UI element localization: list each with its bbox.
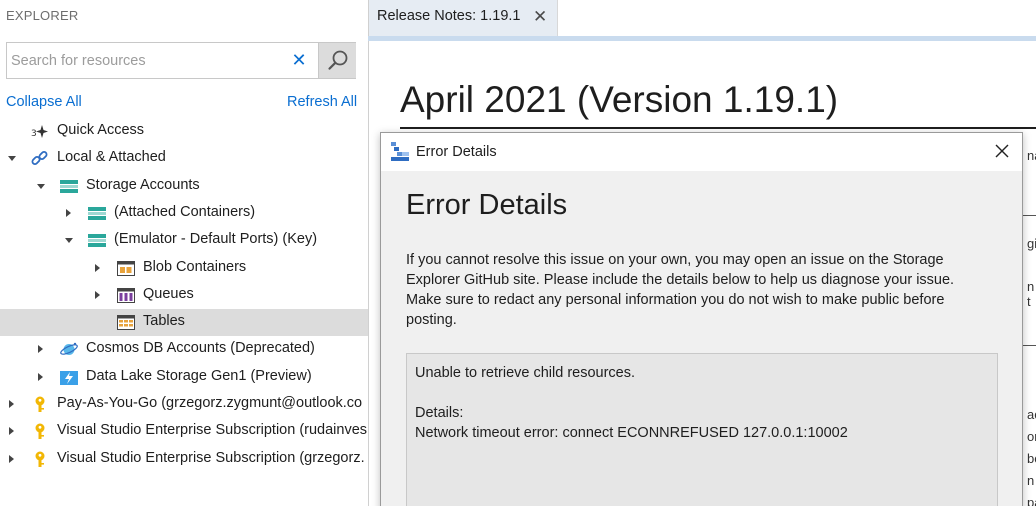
tree-item-label: Blob Containers xyxy=(143,259,247,275)
tree-item-label: Tables xyxy=(143,313,185,329)
error-details-box[interactable]: Unable to retrieve child resources. Deta… xyxy=(406,353,998,506)
content-fragment: na xyxy=(1027,148,1036,163)
chevron-right-icon[interactable] xyxy=(95,264,100,272)
tree-item[interactable]: Queues xyxy=(0,282,368,309)
search-input[interactable] xyxy=(7,43,287,78)
chevron-right-icon[interactable] xyxy=(66,209,71,217)
content-fragment: ac xyxy=(1027,407,1036,422)
queue-icon xyxy=(117,287,135,304)
dialog-message: If you cannot resolve this issue on your… xyxy=(406,252,955,328)
content-fragment: pa xyxy=(1027,495,1036,506)
data-lake-icon xyxy=(60,369,78,386)
tree-item[interactable]: Cosmos DB Accounts (Deprecated) xyxy=(0,336,368,363)
blob-container-icon xyxy=(117,260,135,277)
chevron-right-icon[interactable] xyxy=(9,400,14,408)
storage-explorer-icon xyxy=(391,142,409,161)
dialog-titlebar: Error Details xyxy=(381,133,1022,171)
dialog-heading: Error Details xyxy=(406,189,568,221)
chevron-right-icon[interactable] xyxy=(95,291,100,299)
storage-accounts-icon xyxy=(88,205,106,222)
dialog-close-button[interactable] xyxy=(990,139,1014,163)
tree-item-label: Storage Accounts xyxy=(86,177,200,193)
tree-item[interactable]: (Emulator - Default Ports) (Key) xyxy=(0,227,368,254)
collapse-all-button[interactable]: Collapse All xyxy=(6,94,82,110)
svg-text:3: 3 xyxy=(31,129,37,139)
content-divider xyxy=(1023,215,1036,216)
search-icon xyxy=(328,50,348,70)
tab-release-notes[interactable]: Release Notes: 1.19.1 ✕ xyxy=(369,0,558,36)
storage-accounts-icon xyxy=(88,232,106,249)
content-fragment: n t xyxy=(1027,279,1035,309)
tree-item[interactable]: Data Lake Storage Gen1 (Preview) xyxy=(0,364,368,391)
error-details-text[interactable]: Unable to retrieve child resources. Deta… xyxy=(415,363,848,443)
tree-item[interactable]: Local & Attached xyxy=(0,145,368,172)
key-icon xyxy=(31,396,49,413)
heading-divider xyxy=(400,127,1036,129)
tree-item[interactable]: Tables xyxy=(0,309,368,336)
table-icon xyxy=(117,314,135,331)
chevron-right-icon[interactable] xyxy=(9,427,14,435)
tree-item-label: Pay-As-You-Go (grzegorz.zygmunt@outlook.… xyxy=(57,395,363,411)
error-details-dialog: Error Details Error Details If you canno… xyxy=(380,132,1023,506)
tree-item[interactable]: Storage Accounts xyxy=(0,173,368,200)
storage-accounts-icon xyxy=(60,178,78,195)
quick-access-icon: 3 xyxy=(31,123,49,140)
tree-item-label: Local & Attached xyxy=(57,149,166,165)
chevron-right-icon[interactable] xyxy=(9,455,14,463)
tree-item[interactable]: Blob Containers xyxy=(0,255,368,282)
tree-item-label: Data Lake Storage Gen1 (Preview) xyxy=(86,368,312,384)
key-icon xyxy=(31,451,49,468)
tree-item-label: Cosmos DB Accounts (Deprecated) xyxy=(86,340,315,356)
chevron-right-icon[interactable] xyxy=(38,345,43,353)
chevron-down-icon[interactable] xyxy=(65,238,73,243)
refresh-all-button[interactable]: Refresh All xyxy=(287,94,357,110)
search-button[interactable] xyxy=(318,43,356,78)
content-divider xyxy=(1023,345,1036,346)
dialog-window-title: Error Details xyxy=(416,144,497,160)
explorer-title: EXPLORER xyxy=(6,8,79,23)
tree-item-label: (Attached Containers) xyxy=(114,204,256,220)
tab-bar: Release Notes: 1.19.1 ✕ xyxy=(368,0,1036,36)
tree-item[interactable]: Visual Studio Enterprise Subscription (g… xyxy=(0,446,368,473)
tree-item[interactable]: Visual Studio Enterprise Subscription (r… xyxy=(0,418,368,445)
page-title: April 2021 (Version 1.19.1) xyxy=(400,79,839,120)
content-fragment: be xyxy=(1027,451,1036,466)
explorer-panel: EXPLORER ✕ Collapse All Refresh All 3 Qui… xyxy=(0,0,368,506)
search-box: ✕ xyxy=(6,42,356,79)
chevron-down-icon[interactable] xyxy=(8,156,16,161)
tree-item-label: Visual Studio Enterprise Subscription (r… xyxy=(57,422,368,438)
tree-item[interactable]: Pay-As-You-Go (grzegorz.zygmunt@outlook.… xyxy=(0,391,368,418)
cosmos-db-icon xyxy=(60,341,78,358)
clear-search-icon[interactable]: ✕ xyxy=(289,50,309,70)
tree-item[interactable]: 3 Quick Access xyxy=(0,118,368,145)
tree-item-label: (Emulator - Default Ports) (Key) xyxy=(114,231,318,247)
tree-item-label: Quick Access xyxy=(57,122,145,138)
tree-item[interactable]: (Attached Containers) xyxy=(0,200,368,227)
tab-close-icon[interactable]: ✕ xyxy=(533,7,547,27)
link-icon xyxy=(31,150,49,167)
chevron-right-icon[interactable] xyxy=(38,373,43,381)
tree-item-label: Queues xyxy=(143,286,194,302)
key-icon xyxy=(31,423,49,440)
content-fragment: n xyxy=(1027,473,1035,488)
tree-item-label: Visual Studio Enterprise Subscription (g… xyxy=(57,450,365,466)
content-fragment: gi xyxy=(1027,236,1036,251)
content-fragment: or xyxy=(1027,429,1036,444)
close-icon xyxy=(995,144,1009,158)
chevron-down-icon[interactable] xyxy=(37,184,45,189)
tab-label: Release Notes: 1.19.1 xyxy=(377,8,521,24)
